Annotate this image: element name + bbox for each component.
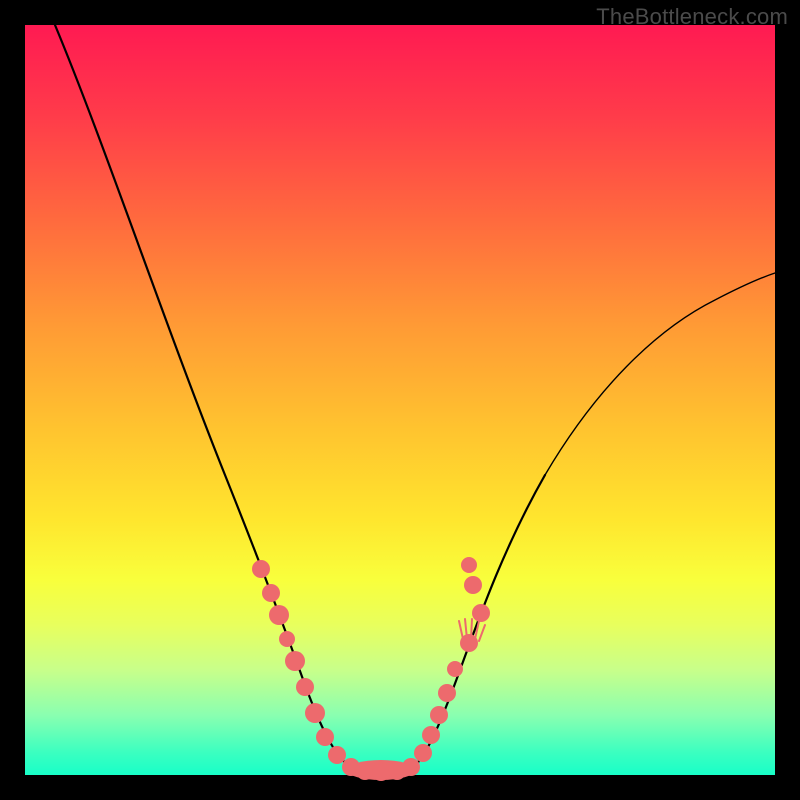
marker-dot	[262, 584, 280, 602]
marker-dot	[305, 703, 325, 723]
marker-dot	[269, 605, 289, 625]
marker-dot	[447, 661, 463, 677]
marker-dot	[328, 746, 346, 764]
marker-dot	[296, 678, 314, 696]
bottleneck-chart-svg	[25, 25, 775, 775]
marker-dot	[464, 576, 482, 594]
marker-dot	[285, 651, 305, 671]
watermark-text: TheBottleneck.com	[596, 4, 788, 30]
marker-dot	[438, 684, 456, 702]
marker-dot	[430, 706, 448, 724]
marker-dot	[414, 744, 432, 762]
marker-dot	[422, 726, 440, 744]
curve-right-branch-upper	[545, 273, 775, 475]
marker-dot	[316, 728, 334, 746]
marker-dot	[472, 604, 490, 622]
marker-dot	[279, 631, 295, 647]
chart-plot-area	[25, 25, 775, 775]
curve-right-branch-lower	[410, 475, 545, 770]
outer-frame: TheBottleneck.com	[0, 0, 800, 800]
marker-dot	[402, 758, 420, 776]
marker-dot	[461, 557, 477, 573]
marker-dot	[372, 763, 390, 781]
marker-dot	[460, 634, 478, 652]
marker-dot	[252, 560, 270, 578]
curve-left-branch	[55, 25, 355, 770]
marker-dot	[356, 762, 374, 780]
